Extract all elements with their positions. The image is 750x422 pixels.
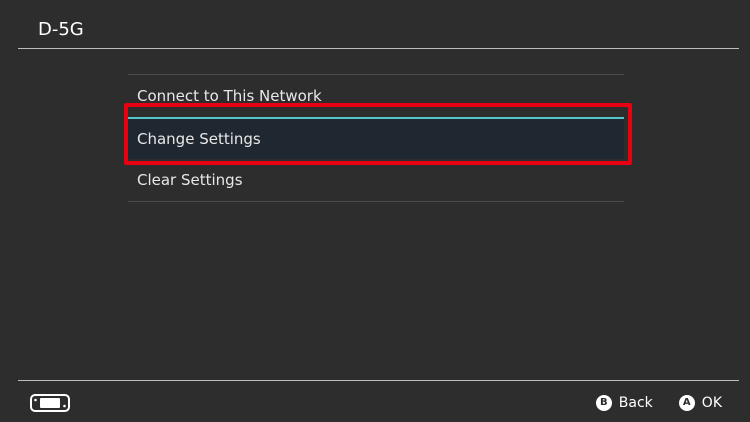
menu-divider	[128, 201, 624, 202]
ok-action[interactable]: A OK	[678, 395, 722, 411]
ok-label: OK	[701, 395, 722, 411]
footer-actions: B Back A OK	[595, 393, 722, 413]
header-divider	[18, 48, 739, 49]
menu-item-clear-settings[interactable]: Clear Settings	[128, 159, 624, 201]
back-action[interactable]: B Back	[595, 395, 653, 411]
b-button-icon: B	[595, 395, 612, 411]
page-title: D-5G	[38, 19, 84, 40]
header: D-5G	[0, 0, 750, 49]
back-label: Back	[618, 395, 653, 411]
a-button-icon: A	[678, 395, 695, 411]
annotation-highlight-box	[124, 103, 632, 165]
switch-console-icon	[30, 393, 70, 413]
menu-item-label: Clear Settings	[137, 171, 243, 189]
footer-divider	[18, 380, 739, 381]
